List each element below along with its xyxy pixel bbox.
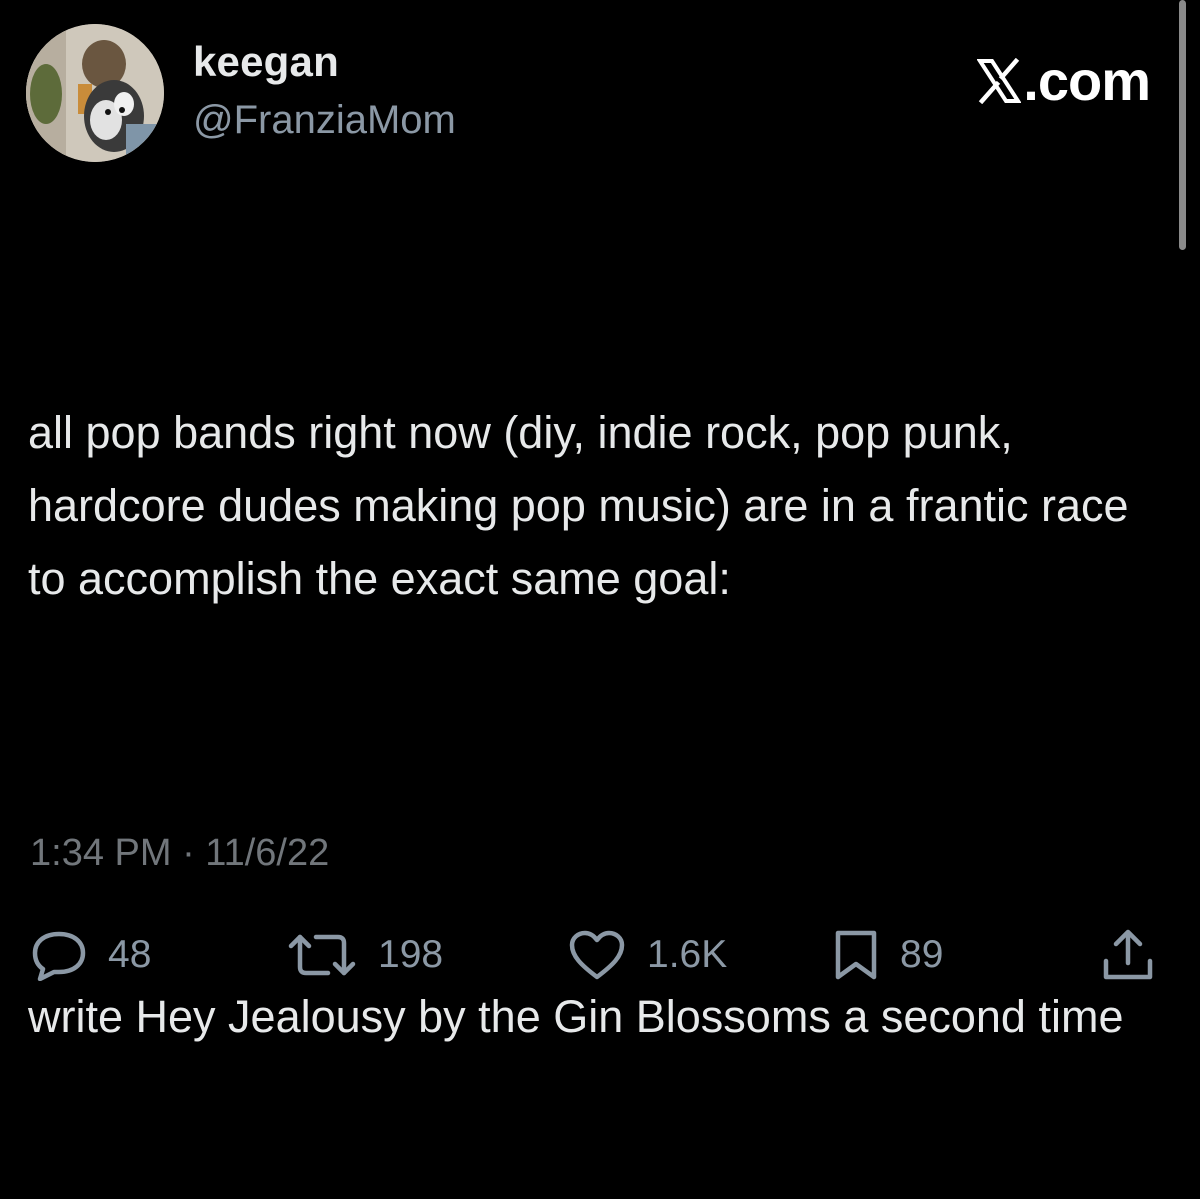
x-com-brand: .com [977, 48, 1151, 113]
reply-count: 48 [108, 933, 152, 976]
bookmark-icon [835, 930, 877, 980]
reply-icon [32, 931, 86, 981]
action-bar: 48 198 1.6K 89 [0, 920, 1200, 990]
bookmark-button[interactable]: 89 [832, 920, 943, 990]
like-button[interactable]: 1.6K [567, 920, 727, 990]
avatar-image [26, 24, 164, 162]
scrollbar[interactable] [1179, 0, 1186, 250]
bookmark-count: 89 [900, 933, 944, 976]
brand-domain-label: .com [1023, 49, 1151, 112]
author-display-name[interactable]: keegan [193, 38, 339, 86]
tweet-text: all pop bands right now (diy, indie rock… [28, 250, 1178, 1199]
reply-button[interactable]: 48 [30, 920, 151, 990]
tweet-paragraph: write Hey Jealousy by the Gin Blossoms a… [28, 991, 1124, 1042]
tweet-paragraph: all pop bands right now (diy, indie rock… [28, 407, 1142, 604]
x-logo-icon [977, 57, 1022, 104]
tweet-timestamp[interactable]: 1:34 PM · 11/6/22 [30, 832, 329, 875]
avatar[interactable] [26, 24, 164, 162]
tweet-card: keegan @FranziaMom .com all pop bands ri… [0, 0, 1200, 1042]
repost-button[interactable]: 198 [286, 920, 443, 990]
share-button[interactable] [1100, 920, 1156, 990]
author-handle[interactable]: @FranziaMom [193, 98, 456, 143]
like-count: 1.6K [647, 933, 728, 976]
repost-icon [288, 934, 356, 976]
share-icon [1103, 929, 1153, 980]
repost-count: 198 [378, 933, 444, 976]
heart-icon [569, 930, 625, 980]
